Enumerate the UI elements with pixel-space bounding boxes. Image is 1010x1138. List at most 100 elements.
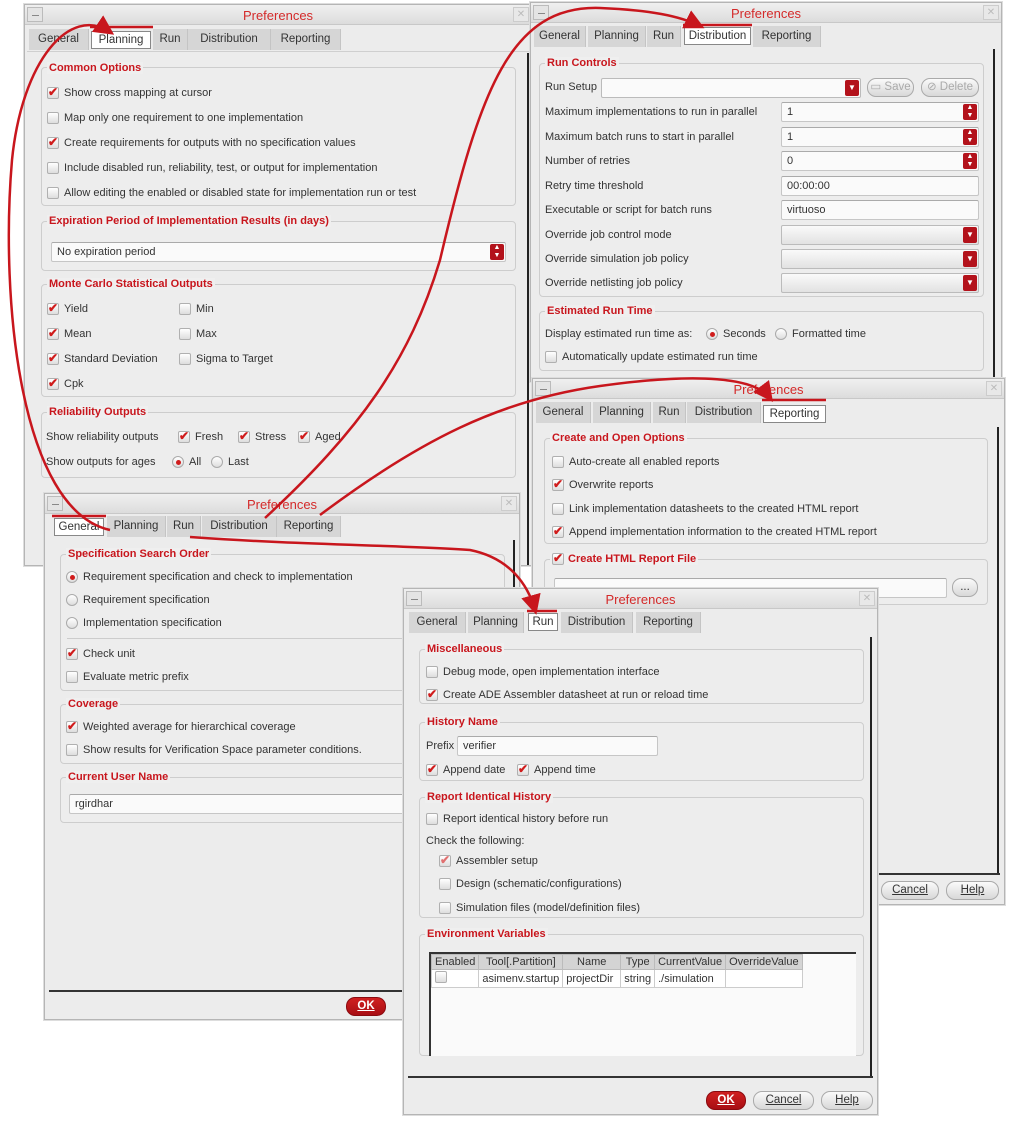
tab-distribution[interactable]: Distribution — [561, 612, 633, 633]
checkbox[interactable] — [517, 762, 529, 776]
checkbox[interactable] — [47, 376, 59, 390]
scrollbar[interactable] — [997, 427, 999, 874]
spinner-icon[interactable]: ▲ ▼ — [963, 129, 977, 145]
checkbox-mean[interactable]: Mean — [47, 326, 92, 340]
radio[interactable] — [775, 328, 787, 340]
checkbox[interactable] — [47, 187, 59, 199]
checkbox[interactable] — [179, 353, 191, 365]
name-cell[interactable]: projectDir — [562, 969, 622, 988]
close-icon[interactable]: ✕ — [859, 591, 875, 606]
column-header[interactable]: CurrentValue — [654, 954, 727, 970]
spinner-icon[interactable]: ▲ ▼ — [490, 244, 504, 260]
column-header[interactable]: OverrideValue — [725, 954, 803, 970]
expiration-period-select[interactable]: No expiration period ▲ ▼ — [51, 242, 506, 262]
checkbox[interactable] — [435, 971, 447, 983]
current-value-cell[interactable]: ./simulation — [654, 969, 727, 988]
tab-reporting[interactable]: Reporting — [271, 29, 341, 50]
radio[interactable] — [66, 617, 78, 629]
title-bar[interactable]: Preferences ✕ — [25, 5, 531, 25]
tab-reporting[interactable]: Reporting — [636, 612, 701, 633]
spinner-icon[interactable]: ▲ ▼ — [963, 153, 977, 169]
prefix-input[interactable]: verifier — [457, 736, 658, 756]
help-button[interactable]: Help — [821, 1091, 873, 1110]
checkbox[interactable] — [439, 878, 451, 890]
tab-general[interactable]: General — [409, 612, 466, 633]
title-bar[interactable]: Preferences ✕ — [404, 589, 877, 609]
checkbox-row[interactable]: Create requirements for outputs with no … — [47, 135, 356, 149]
checkbox[interactable] — [426, 813, 438, 825]
radio-formatted-time[interactable]: Formatted time — [775, 328, 866, 340]
tab-run[interactable]: Run — [167, 516, 201, 537]
checkbox-report-before-run[interactable]: Report identical history before run — [426, 813, 608, 825]
tab-run[interactable]: Run — [153, 29, 188, 50]
checkbox[interactable] — [66, 719, 78, 733]
tab-general[interactable]: General — [536, 402, 591, 423]
checkbox[interactable] — [178, 429, 190, 443]
tab-distribution[interactable]: Distribution — [684, 27, 751, 45]
column-header[interactable]: Type — [620, 954, 656, 970]
scrollbar[interactable] — [527, 53, 529, 565]
tab-run[interactable]: Run — [653, 402, 686, 423]
chevron-down-icon[interactable]: ▼ — [963, 251, 977, 267]
checkbox-row[interactable]: Design (schematic/configurations) — [439, 878, 622, 890]
checkbox[interactable] — [66, 671, 78, 683]
checkbox-row[interactable]: Show results for Verification Space para… — [66, 744, 362, 756]
checkbox[interactable] — [47, 135, 59, 149]
tab-general[interactable]: General — [534, 26, 586, 47]
column-header[interactable]: Name — [562, 954, 622, 970]
retries-input[interactable]: 0 ▲ ▼ — [781, 151, 979, 171]
radio-implementation[interactable]: Implementation specification — [66, 617, 222, 629]
title-bar[interactable]: Preferences ✕ — [533, 379, 1004, 399]
tool-cell[interactable]: asimenv.startup — [478, 969, 564, 988]
checkbox[interactable] — [298, 429, 310, 443]
checkbox-yield[interactable]: Yield — [47, 301, 88, 315]
checkbox-row[interactable]: Assembler setup — [439, 853, 538, 867]
run-setup-combo[interactable]: ▼ — [601, 78, 861, 98]
checkbox[interactable] — [47, 326, 59, 340]
title-bar[interactable]: Preferences ✕ — [45, 494, 519, 514]
checkbox-append-date[interactable]: Append date — [426, 762, 505, 776]
checkbox-sigma[interactable]: Sigma to Target — [179, 353, 273, 365]
radio-seconds[interactable]: Seconds — [706, 328, 766, 340]
radio-req-and-check[interactable]: Requirement specification and check to i… — [66, 571, 353, 583]
override-value-cell[interactable] — [725, 969, 803, 988]
column-header[interactable]: Enabled — [430, 954, 480, 970]
checkbox-row[interactable]: Show cross mapping at cursor — [47, 85, 212, 99]
checkbox-row[interactable]: Overwrite reports — [552, 477, 653, 491]
checkbox-check-unit[interactable]: Check unit — [66, 646, 135, 660]
table-row[interactable]: asimenv.startup projectDir string ./simu… — [430, 969, 803, 988]
checkbox[interactable] — [426, 687, 438, 701]
executable-input[interactable]: virtuoso — [781, 200, 979, 220]
checkbox[interactable] — [426, 762, 438, 776]
checkbox[interactable] — [552, 551, 564, 565]
checkbox[interactable] — [439, 853, 451, 867]
checkbox[interactable] — [426, 666, 438, 678]
radio[interactable] — [66, 594, 78, 606]
tab-planning[interactable]: Planning — [107, 516, 166, 537]
chevron-down-icon[interactable]: ▼ — [963, 227, 977, 243]
title-bar[interactable]: Preferences ✕ — [531, 3, 1001, 23]
checkbox-std-dev[interactable]: Standard Deviation — [47, 351, 158, 365]
checkbox[interactable] — [439, 902, 451, 914]
checkbox[interactable] — [47, 301, 59, 315]
checkbox-max[interactable]: Max — [179, 328, 217, 340]
checkbox-cpk[interactable]: Cpk — [47, 376, 84, 390]
chevron-down-icon[interactable]: ▼ — [963, 275, 977, 291]
tab-distribution[interactable]: Distribution — [188, 29, 271, 50]
checkbox[interactable] — [238, 429, 250, 443]
column-header[interactable]: Tool[.Partition] — [478, 954, 564, 970]
spinner-icon[interactable]: ▲ ▼ — [963, 104, 977, 120]
checkbox-row[interactable]: Create ADE Assembler datasheet at run or… — [426, 687, 708, 701]
tab-planning[interactable]: Planning — [468, 612, 524, 633]
max-batch-runs-input[interactable]: 1 ▲ ▼ — [781, 127, 979, 147]
checkbox-min[interactable]: Min — [179, 303, 214, 315]
checkbox[interactable] — [47, 351, 59, 365]
help-button[interactable]: Help — [946, 881, 999, 900]
cancel-button[interactable]: Cancel — [881, 881, 939, 900]
tab-reporting[interactable]: Reporting — [277, 516, 341, 537]
radio-requirement[interactable]: Requirement specification — [66, 594, 210, 606]
checkbox-row[interactable]: Map only one requirement to one implemen… — [47, 112, 303, 124]
checkbox[interactable] — [66, 744, 78, 756]
radio-all[interactable]: All — [172, 456, 201, 468]
checkbox-auto-update[interactable]: Automatically update estimated run time — [545, 351, 758, 363]
